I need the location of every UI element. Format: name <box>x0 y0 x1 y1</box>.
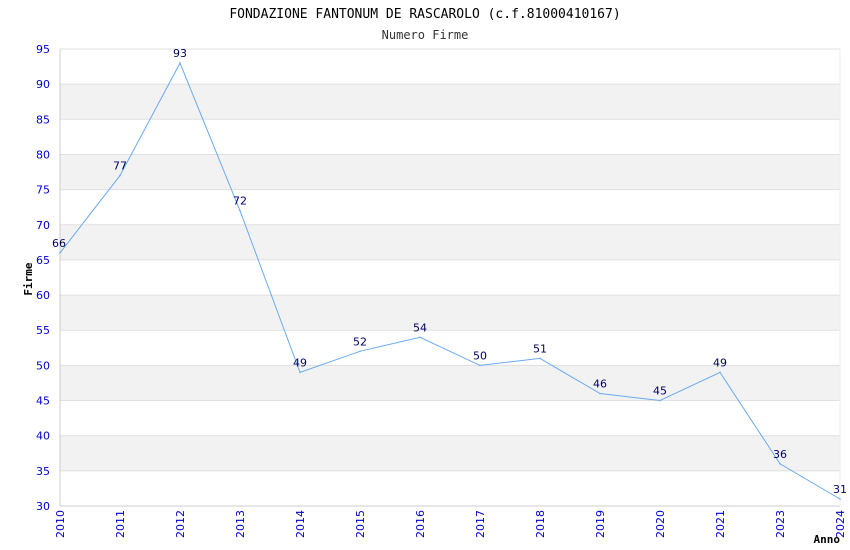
y-tick-label: 50 <box>36 359 50 372</box>
data-label: 46 <box>593 378 607 391</box>
y-tick-label: 65 <box>36 254 50 267</box>
data-label: 49 <box>713 356 727 369</box>
x-tick-label: 2019 <box>594 510 607 538</box>
grid-band <box>60 365 840 401</box>
data-point <box>179 62 181 64</box>
y-tick-labels: 30 35 40 45 50 55 60 65 70 75 80 85 90 95 <box>36 43 50 513</box>
grid-band <box>60 84 840 120</box>
data-point <box>419 336 421 339</box>
x-axis-title: Anno <box>814 533 841 546</box>
grid-band <box>60 435 840 471</box>
data-label: 54 <box>413 321 427 334</box>
data-point <box>539 357 541 360</box>
y-tick-label: 45 <box>36 395 50 408</box>
data-label: 45 <box>653 385 667 398</box>
data-label: 77 <box>113 160 127 173</box>
x-tick-label: 2020 <box>654 510 667 538</box>
y-tick-label: 35 <box>36 465 50 478</box>
line-chart: 3035404550556065707580859095 2010 2011 201… <box>22 7 847 546</box>
grid-bands <box>60 84 840 471</box>
x-tick-label: 2016 <box>414 510 427 538</box>
x-tick-label: 2017 <box>474 510 487 538</box>
x-tick-labels: 2010 2011 2012 2013 2014 2015 2016 2017 2018 2019… <box>54 510 847 538</box>
data-point <box>719 371 721 374</box>
data-label: 49 <box>293 356 307 369</box>
grid-band <box>60 295 840 331</box>
x-tick-label: 2010 <box>54 510 67 538</box>
chart-subtitle: Numero Firme <box>382 28 469 42</box>
y-tick-label: 95 <box>36 43 50 56</box>
y-tick-label: 75 <box>36 184 50 197</box>
x-tick-label: 2015 <box>354 510 367 538</box>
series-line <box>59 61 841 500</box>
data-point <box>119 174 121 177</box>
chart-title: FONDAZIONE FANTONUM DE RASCAROLO (c.f.81… <box>229 7 620 22</box>
x-tick-label: 2021 <box>714 510 727 538</box>
data-point <box>599 392 601 395</box>
data-point <box>359 350 361 353</box>
data-label: 52 <box>353 335 367 348</box>
data-point <box>239 209 241 212</box>
grid-band <box>60 154 840 190</box>
x-tick-label: 2018 <box>534 510 547 538</box>
x-tick-label: 2013 <box>234 510 247 538</box>
data-point <box>659 399 661 402</box>
series-group <box>59 61 841 500</box>
data-label: 93 <box>173 47 187 60</box>
data-point <box>779 463 781 465</box>
x-tick-label: 2014 <box>294 510 307 538</box>
y-tick-label: 80 <box>36 148 50 161</box>
data-point <box>479 364 481 367</box>
data-label: 66 <box>52 237 66 250</box>
data-label: 72 <box>233 195 247 208</box>
x-tick-label: 2012 <box>174 510 187 538</box>
data-label: 51 <box>533 342 547 355</box>
y-tick-label: 90 <box>36 78 50 91</box>
y-tick-label: 85 <box>36 113 50 126</box>
y-tick-label: 55 <box>36 324 50 337</box>
x-tick-label: 2011 <box>114 510 127 538</box>
data-point <box>59 252 61 254</box>
y-axis-title: Firme <box>22 262 35 295</box>
data-label: 31 <box>833 483 847 496</box>
data-point <box>839 498 841 500</box>
y-tick-label: 60 <box>36 289 50 302</box>
x-tick-label: 2023 <box>774 510 787 538</box>
y-tick-label: 40 <box>36 430 50 443</box>
data-label: 50 <box>473 349 487 362</box>
data-point <box>299 371 301 374</box>
y-tick-label: 30 <box>36 500 50 513</box>
grid-band <box>60 224 840 260</box>
y-tick-label: 70 <box>36 219 50 232</box>
data-label: 36 <box>773 448 787 461</box>
